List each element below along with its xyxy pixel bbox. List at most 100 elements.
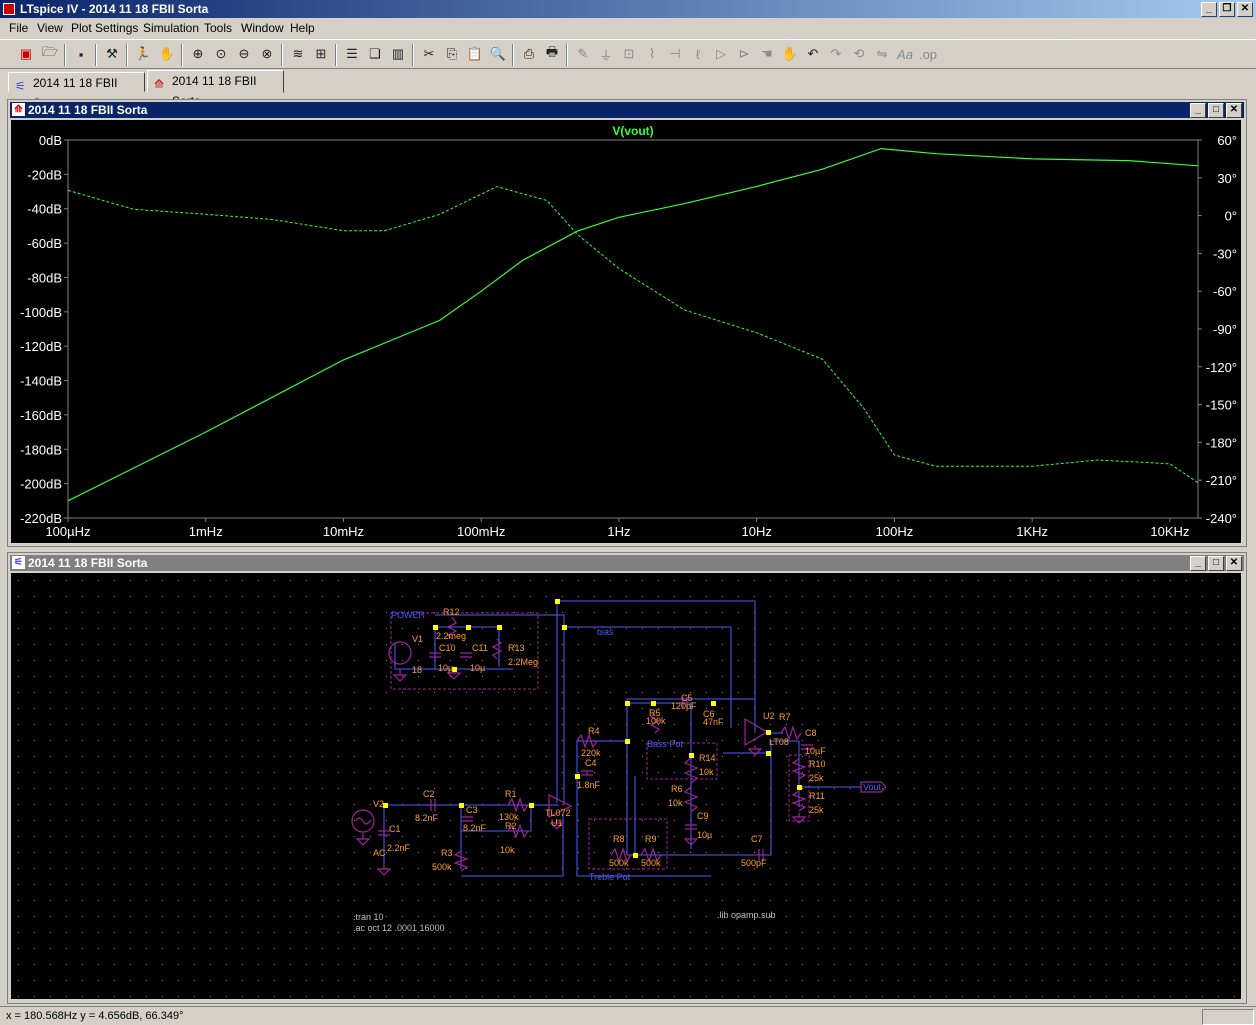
r4-value[interactable]: 220k: [581, 748, 601, 758]
v2-value[interactable]: AC: [373, 848, 386, 858]
tile-vertical-icon[interactable]: ▥: [388, 44, 408, 64]
cascade-icon[interactable]: ❏: [365, 44, 385, 64]
r14-label[interactable]: R14: [699, 753, 716, 763]
spice-directive-icon[interactable]: .op: [918, 44, 938, 64]
c5-value[interactable]: 120pF: [671, 701, 697, 711]
r3-value[interactable]: 500k: [432, 862, 452, 872]
u2-value[interactable]: LT08: [769, 737, 789, 747]
tran-directive[interactable]: .tran 10: [353, 912, 384, 922]
bode-plot[interactable]: V(vout) 0dB -20dB -40dB -60dB -80dB -100dB -12…: [11, 120, 1241, 543]
c7-value[interactable]: 500pF: [741, 858, 767, 868]
menu-plot-settings[interactable]: Plot Settings: [71, 21, 138, 35]
plot-maximize-button[interactable]: □: [1208, 103, 1224, 118]
paste-icon[interactable]: 📋: [465, 44, 485, 64]
c3-label[interactable]: C3: [466, 805, 478, 815]
grid-icon[interactable]: ⊞: [311, 44, 331, 64]
r2-value[interactable]: 10k: [500, 845, 515, 855]
undo-icon[interactable]: ↶: [803, 44, 823, 64]
menu-view[interactable]: View: [37, 21, 63, 35]
control-panel-icon[interactable]: ⚒: [102, 44, 122, 64]
vout-net-label[interactable]: Vout: [863, 782, 882, 792]
redo-icon[interactable]: ↷: [826, 44, 846, 64]
u1-value[interactable]: TL072: [545, 808, 571, 818]
r9-label[interactable]: R9: [645, 834, 657, 844]
trace-label[interactable]: V(vout): [612, 124, 653, 138]
c4-label[interactable]: C4: [585, 758, 597, 768]
rotate-icon[interactable]: ⟲: [849, 44, 869, 64]
c1-label[interactable]: C1: [389, 824, 401, 834]
plot-pane[interactable]: V(vout) 0dB -20dB -40dB -60dB -80dB -100dB -12…: [11, 120, 1241, 543]
move-icon[interactable]: ☚: [757, 44, 777, 64]
autorange-icon[interactable]: ≋: [288, 44, 308, 64]
r5-value[interactable]: 100k: [646, 716, 666, 726]
component-icon[interactable]: ⊳: [734, 44, 754, 64]
menu-tools[interactable]: Tools: [204, 21, 232, 35]
c2-label[interactable]: C2: [423, 789, 435, 799]
c10-label[interactable]: C10: [439, 643, 456, 653]
plot-minimize-button[interactable]: _: [1190, 103, 1206, 118]
mirror-icon[interactable]: ⇋: [872, 44, 892, 64]
c9-label[interactable]: C9: [697, 811, 709, 821]
r9-value[interactable]: 500k: [641, 858, 661, 868]
schematic-maximize-button[interactable]: □: [1208, 556, 1224, 571]
tab-schematic[interactable]: ⚟ 2014 11 18 FBII Sorta: [8, 72, 145, 110]
print-setup-icon[interactable]: ⎙: [519, 44, 539, 64]
schematic-close-button[interactable]: ✕: [1226, 556, 1242, 571]
menu-file[interactable]: File: [9, 21, 28, 35]
menu-simulation[interactable]: Simulation: [143, 21, 199, 35]
c9-value[interactable]: 10µ: [697, 830, 712, 840]
menu-help[interactable]: Help: [290, 21, 315, 35]
tab-waveform[interactable]: ⟰ 2014 11 18 FBII Sorta: [147, 70, 284, 108]
r12-label[interactable]: R12: [443, 607, 460, 617]
r11-value[interactable]: 25k: [809, 805, 824, 815]
r12-value[interactable]: 2.2meg: [436, 631, 466, 641]
u2-label[interactable]: U2: [763, 711, 775, 721]
r10-label[interactable]: R10: [809, 759, 826, 769]
drag-icon[interactable]: ✋: [780, 44, 800, 64]
v2-label[interactable]: V2: [373, 799, 384, 809]
c4-value[interactable]: 1.8nF: [577, 780, 601, 790]
bias-net-label[interactable]: bias: [597, 627, 614, 637]
halt-icon[interactable]: ✋: [157, 44, 177, 64]
save-icon[interactable]: ▪: [71, 44, 91, 64]
r11-label[interactable]: R11: [809, 791, 825, 801]
resistor-icon[interactable]: ⌇: [642, 44, 662, 64]
capacitor-icon[interactable]: ⊣: [665, 44, 685, 64]
r8-label[interactable]: R8: [613, 834, 625, 844]
minimize-button[interactable]: _: [1201, 2, 1217, 17]
schematic-minimize-button[interactable]: _: [1190, 556, 1206, 571]
menu-window[interactable]: Window: [241, 21, 284, 35]
ac-directive[interactable]: .ac oct 12 .0001 16000: [353, 923, 445, 933]
r6-value[interactable]: 10k: [668, 798, 683, 808]
plot-close-button[interactable]: ✕: [1226, 103, 1242, 118]
print-icon[interactable]: 🖶: [542, 44, 562, 64]
text-icon[interactable]: Aa: [895, 44, 915, 64]
ground-icon[interactable]: ⏚: [596, 44, 616, 64]
zoom-pan-icon[interactable]: ⊙: [211, 44, 231, 64]
bass-pot-label[interactable]: Bass Pot: [647, 739, 684, 749]
c11-label[interactable]: C11: [472, 643, 488, 653]
c3-value[interactable]: 8.2nF: [463, 823, 487, 833]
cut-icon[interactable]: ✂: [419, 44, 439, 64]
r13-label[interactable]: R13: [508, 643, 525, 653]
r13-value[interactable]: 2.2Meg: [508, 657, 538, 667]
c8-label[interactable]: C8: [805, 728, 817, 738]
diode-icon[interactable]: ▷: [711, 44, 731, 64]
lib-directive[interactable]: .lib opamp.sub: [717, 910, 776, 920]
run-icon[interactable]: 🏃: [133, 44, 153, 64]
r10-value[interactable]: 25k: [809, 773, 824, 783]
inductor-icon[interactable]: ℓ: [688, 44, 708, 64]
c1-value[interactable]: 2.2nF: [387, 843, 411, 853]
r7-label[interactable]: R7: [779, 712, 791, 722]
restore-button[interactable]: ❐: [1219, 2, 1235, 17]
schematic-canvas[interactable]: POWER R12 2.2meg V1 C10 C11 R13 2.2Meg 1…: [11, 573, 1241, 999]
c6-value[interactable]: 47nF: [703, 717, 724, 727]
copy-icon[interactable]: ⎘: [442, 44, 462, 64]
tile-horizontal-icon[interactable]: ☰: [342, 44, 362, 64]
r1-label[interactable]: R1: [505, 789, 517, 799]
zoom-in-icon[interactable]: ⊕: [188, 44, 208, 64]
power-group-label[interactable]: POWER: [391, 610, 426, 620]
c11-value[interactable]: 10µ: [470, 663, 485, 673]
c8-value[interactable]: 10µF: [805, 746, 826, 756]
u1-label[interactable]: U1: [551, 818, 563, 828]
